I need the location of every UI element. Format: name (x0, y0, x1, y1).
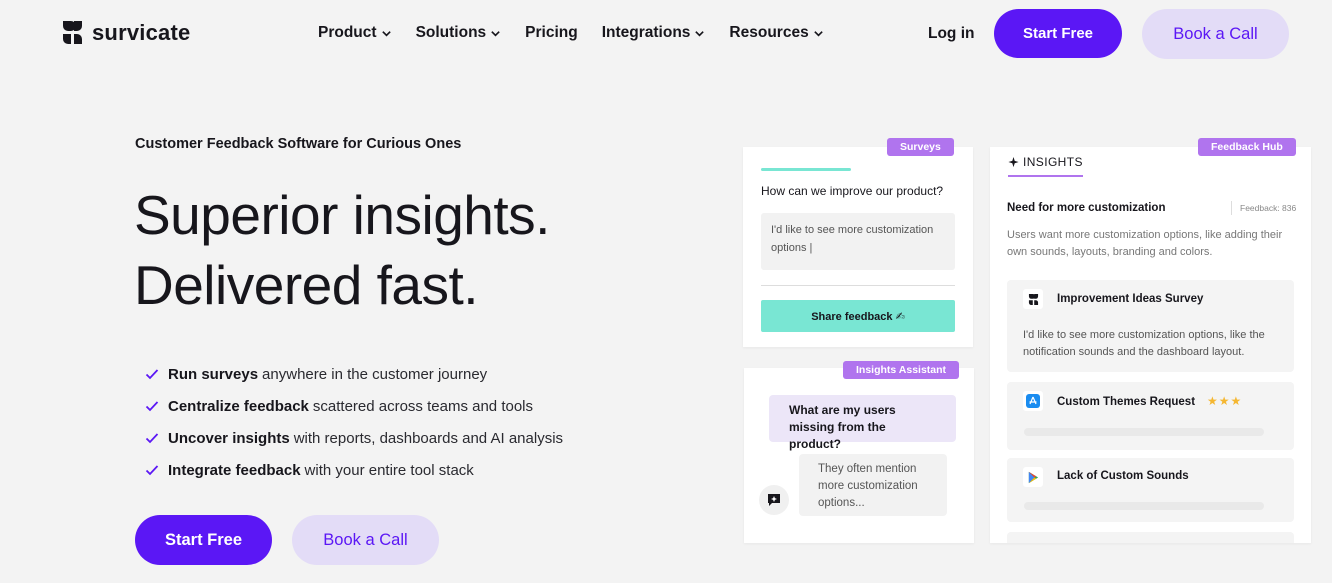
nav-pricing-label: Pricing (525, 24, 578, 41)
feedback-count: Feedback: 836 (1231, 201, 1296, 215)
benefit-item: Integrate feedback with your entire tool… (145, 454, 563, 486)
divider (761, 285, 955, 286)
nav-start-free-button[interactable]: Start Free (994, 9, 1122, 58)
surveys-card: How can we improve our product? I'd like… (743, 147, 973, 347)
insights-assistant-card: What are my users missing from the produ… (744, 368, 974, 543)
nav-book-call-button[interactable]: Book a Call (1142, 9, 1289, 59)
checkmark-icon (145, 433, 159, 444)
feedback-hub-tag: Feedback Hub (1198, 138, 1296, 156)
insights-tab[interactable]: INSIGHTS (1008, 155, 1083, 177)
assistant-question-bubble: What are my users missing from the produ… (769, 395, 956, 451)
feedback-item-text: I'd like to see more customization optio… (1023, 329, 1265, 358)
survey-answer-input[interactable]: I'd like to see more customization optio… (761, 213, 955, 270)
feedback-item-title-row: Custom Themes Request ★★★ (1057, 394, 1242, 408)
feedback-item[interactable]: Lack of Custom Sounds (1007, 458, 1294, 522)
feedback-item[interactable]: Custom Themes Request ★★★ (1007, 382, 1294, 450)
google-play-icon (1023, 467, 1043, 487)
survicate-logo-icon (63, 21, 82, 44)
benefit-bold: Uncover insights (168, 429, 290, 447)
nav-pricing[interactable]: Pricing (525, 24, 578, 42)
nav-resources-label: Resources (729, 24, 809, 41)
nav-product-label: Product (318, 24, 377, 41)
main-menu: Product Solutions Pricing Integrations R… (318, 24, 848, 42)
chevron-down-icon (381, 30, 391, 37)
survicate-logo[interactable]: survicate (59, 19, 190, 46)
checkmark-icon (145, 401, 159, 412)
ai-chat-icon (759, 485, 789, 515)
benefit-text: anywhere in the customer journey (262, 365, 488, 383)
skeleton-line (1024, 502, 1264, 510)
benefit-text: with reports, dashboards and AI analysis (293, 429, 564, 447)
feedback-item-title: Improvement Ideas Survey (1057, 293, 1204, 305)
hero-headline: Superior insights. Delivered fast. (134, 180, 550, 320)
hero-book-call-button[interactable]: Book a Call (292, 515, 439, 565)
insight-title: Need for more customization (1007, 202, 1166, 214)
benefit-bold: Run surveys (168, 365, 259, 383)
chevron-down-icon (491, 30, 500, 37)
share-feedback-button[interactable]: Share feedback ✍ (761, 300, 955, 332)
benefit-bold: Integrate feedback (168, 461, 301, 479)
nav-integrations[interactable]: Integrations (602, 24, 706, 42)
survey-question: How can we improve our product? (761, 184, 944, 198)
benefit-bold: Centralize feedback (168, 397, 309, 415)
login-link[interactable]: Log in (928, 25, 975, 43)
feedback-item[interactable] (1007, 532, 1294, 543)
chat-sparkle-icon (768, 494, 780, 506)
headline-line-1: Superior insights. (134, 184, 550, 246)
feedback-item-title: Custom Themes Request (1057, 396, 1196, 408)
nav-solutions[interactable]: Solutions (416, 24, 502, 42)
hero-start-free-button[interactable]: Start Free (135, 515, 272, 565)
insight-description: Users want more customization options, l… (1007, 229, 1283, 258)
top-navigation: survicate Product Solutions Pricing Inte… (0, 0, 1332, 68)
nav-resources[interactable]: Resources (729, 24, 823, 42)
chevron-down-icon (813, 30, 823, 37)
benefits-list: Run surveys anywhere in the customer jou… (145, 358, 563, 486)
rating-stars: ★★★ (1207, 394, 1243, 408)
chevron-down-icon (695, 30, 705, 37)
benefit-text: with your entire tool stack (304, 461, 474, 479)
benefit-item: Centralize feedback scattered across tea… (145, 390, 563, 422)
sparkle-icon (1008, 156, 1019, 167)
hero-eyebrow: Customer Feedback Software for Curious O… (135, 136, 462, 152)
nav-solutions-label: Solutions (415, 24, 487, 41)
survicate-icon (1023, 289, 1043, 309)
skeleton-line (1024, 428, 1264, 436)
feedback-hub-card: INSIGHTS Need for more customization Fee… (990, 147, 1311, 543)
insights-tab-label: INSIGHTS (1023, 155, 1083, 169)
headline-line-2: Delivered fast. (134, 254, 479, 316)
logo-wordmark: survicate (92, 19, 191, 45)
feedback-item[interactable]: Improvement Ideas Survey I'd like to see… (1007, 280, 1294, 372)
nav-product[interactable]: Product (318, 24, 392, 42)
feedback-item-title: Lack of Custom Sounds (1057, 470, 1189, 482)
benefit-item: Run surveys anywhere in the customer jou… (145, 358, 563, 390)
survey-progress-bar (761, 168, 851, 171)
checkmark-icon (145, 465, 159, 476)
checkmark-icon (145, 369, 159, 380)
insights-assistant-tag: Insights Assistant (843, 361, 960, 379)
benefit-item: Uncover insights with reports, dashboard… (145, 422, 563, 454)
benefit-text: scattered across teams and tools (312, 397, 533, 415)
surveys-tag: Surveys (887, 138, 954, 156)
assistant-answer-bubble: They often mention more customization op… (799, 454, 947, 516)
app-store-icon (1023, 391, 1043, 411)
nav-integrations-label: Integrations (601, 24, 691, 41)
